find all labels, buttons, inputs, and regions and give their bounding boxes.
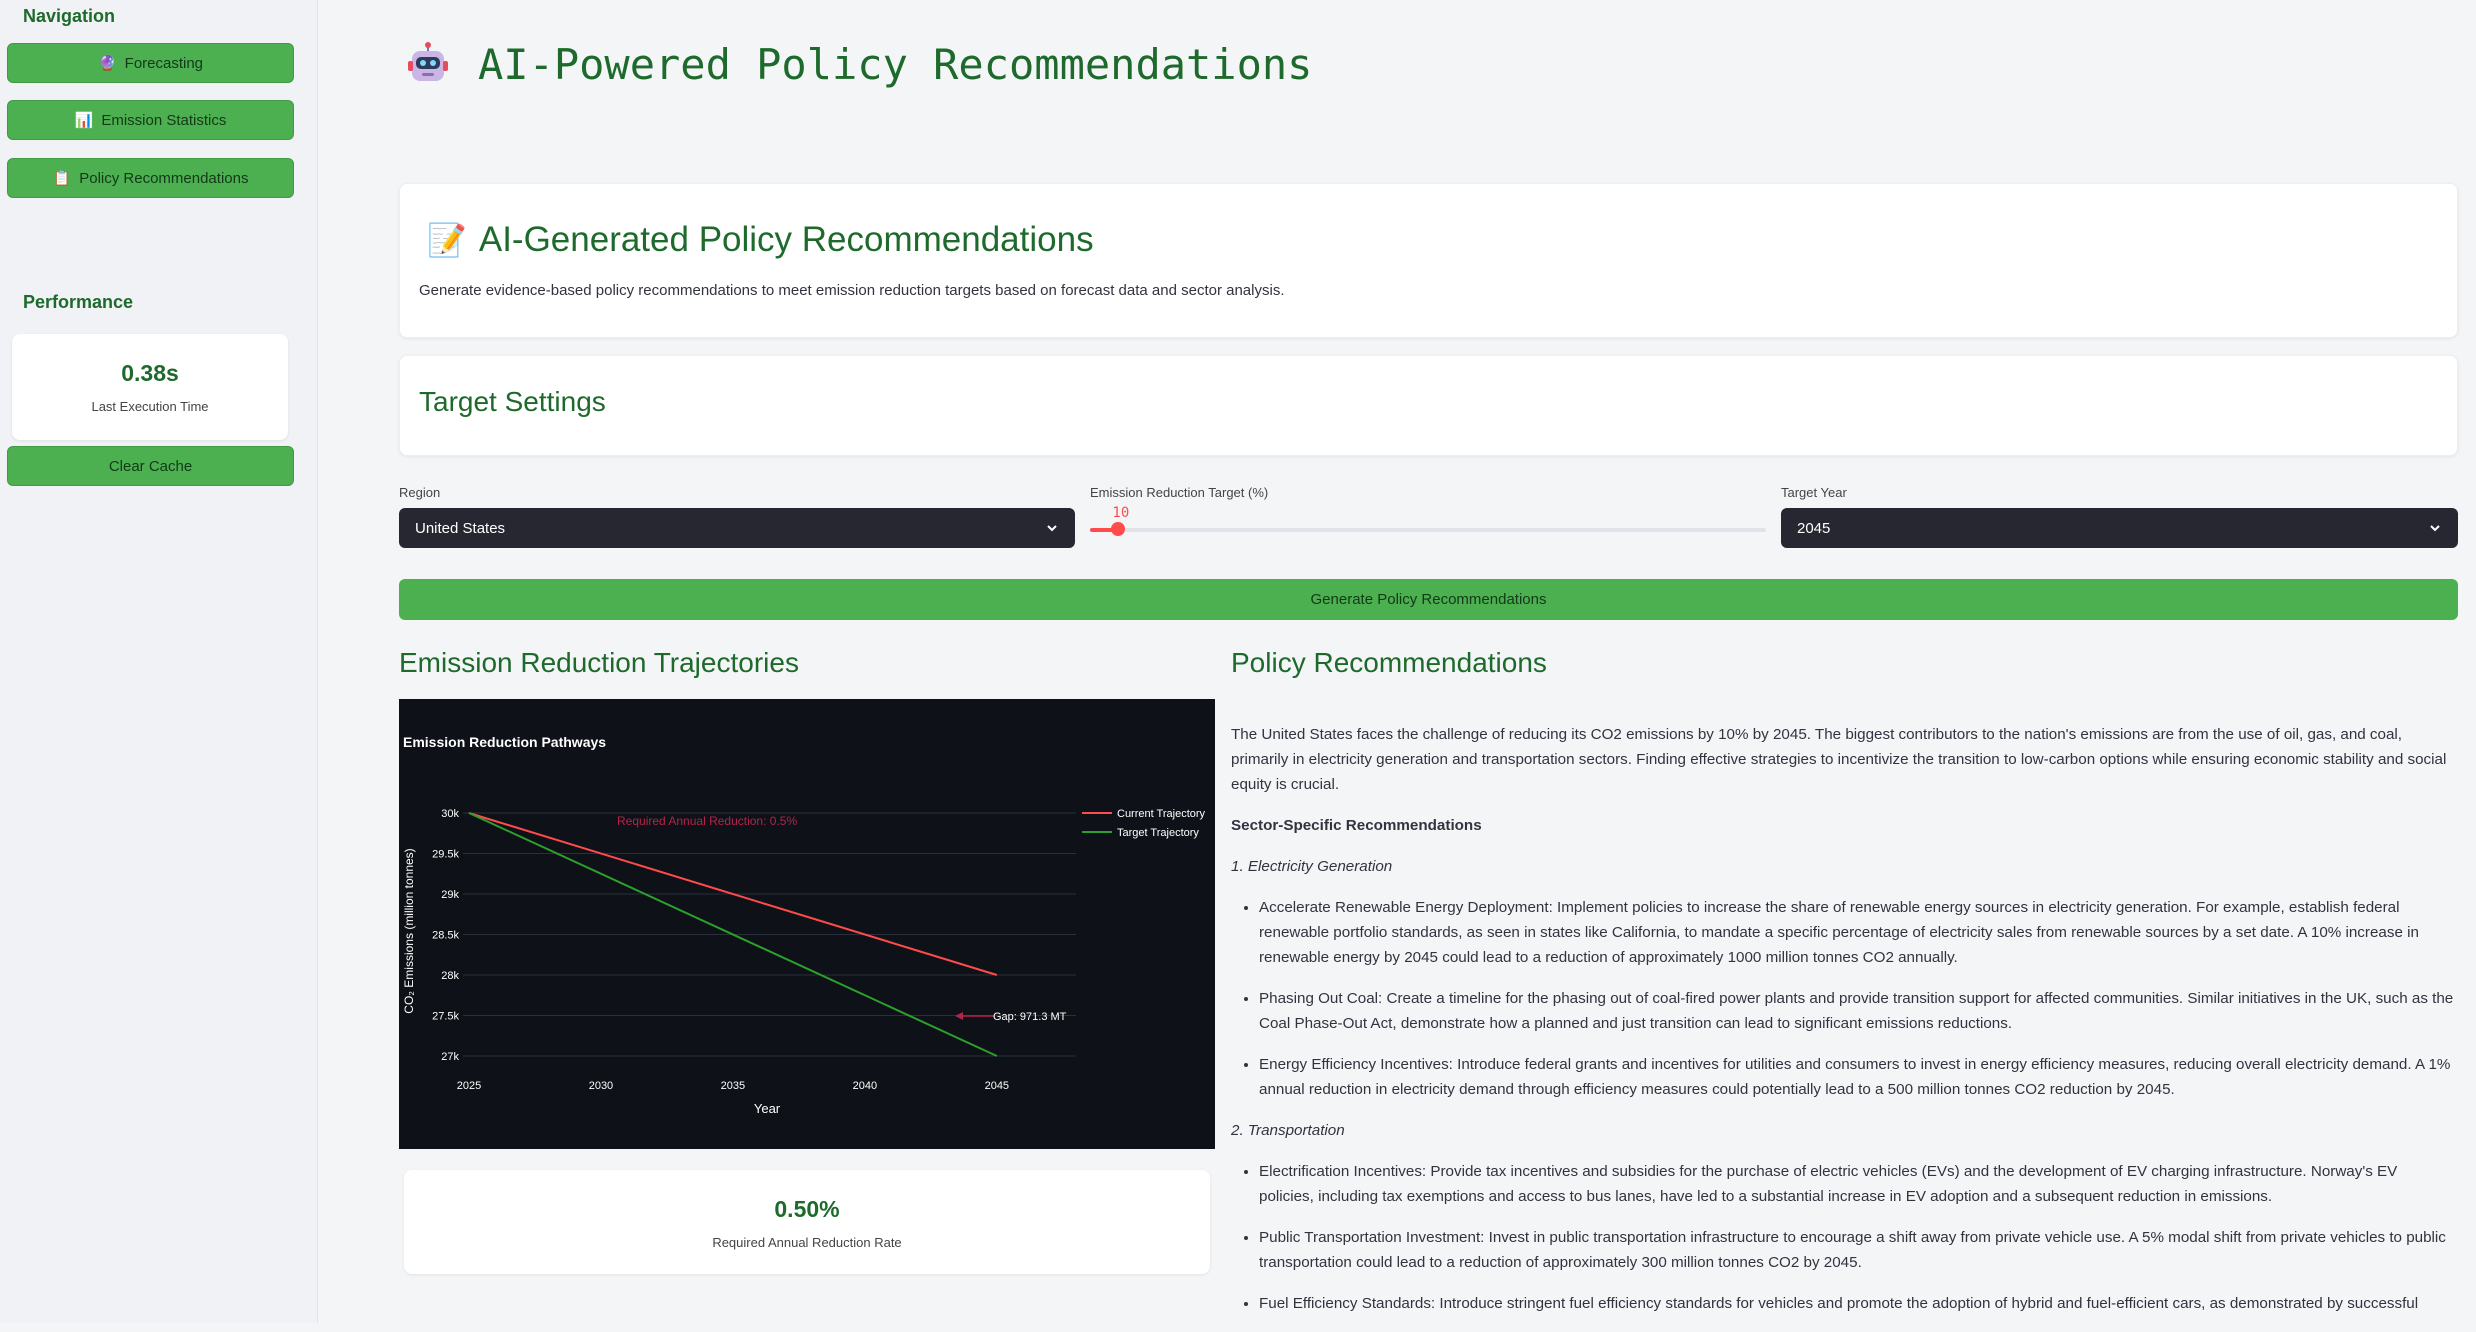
chart-x-tick: 2045	[985, 1080, 1009, 1092]
chart-y-tick: 28.5k	[432, 930, 459, 942]
target-year-label: Target Year	[1781, 485, 1847, 500]
intro-title-text: AI-Generated Policy Recommendations	[478, 220, 1094, 259]
chart-legend: Current Trajectory Target Trajectory	[1082, 808, 1206, 839]
memo-icon: 📝	[427, 222, 467, 258]
list-item: Fuel Efficiency Standards: Introduce str…	[1259, 1291, 2455, 1316]
list-item: Accelerate Renewable Energy Deployment: …	[1259, 895, 2455, 970]
chart-gap-label: Gap: 971.3 MT	[993, 1011, 1067, 1023]
annual-reduction-metric-card: 0.50% Required Annual Reduction Rate	[404, 1170, 1210, 1274]
navigation-heading: Navigation	[23, 6, 116, 26]
crystal-ball-icon: 🔮	[97, 55, 117, 72]
region-value: United States	[415, 519, 506, 537]
annual-reduction-label: Required Annual Reduction Rate	[712, 1235, 902, 1250]
intro-card: 📝 AI-Generated Policy Recommendations Ge…	[399, 183, 2458, 338]
nav-policy-recommendations-button[interactable]: 📋 Policy Recommendations	[7, 158, 294, 198]
annual-reduction-value: 0.50%	[774, 1196, 840, 1222]
reduction-slider-thumb[interactable]	[1111, 522, 1126, 536]
target-year-select[interactable]: 2045	[1781, 508, 2458, 548]
execution-time-value: 0.38s	[121, 360, 179, 386]
policy-heading: Policy Recommendations	[1231, 647, 1547, 678]
chart-y-tick: 29.5k	[432, 849, 459, 861]
policy-intro: The United States faces the challenge of…	[1231, 726, 2447, 793]
transportation-list: Electrification Incentives: Provide tax …	[1231, 1159, 2455, 1316]
emission-chart: Emission Reduction Pathways 27k 27.5k 28k 2…	[399, 699, 1215, 1149]
target-settings-title: Target Settings	[419, 386, 606, 417]
region-select[interactable]: United States	[399, 508, 1075, 548]
nav-item-label: Forecasting	[124, 54, 204, 72]
page-title-text: AI-Powered Policy Recommendations	[478, 40, 1313, 89]
page-title: AI-Powered Policy Recommendations	[404, 40, 1312, 89]
target-settings-card: Target Settings	[399, 355, 2458, 456]
bar-chart-icon: 📊	[74, 112, 94, 129]
sidebar: Navigation 🔮 Forecasting 📊 Emission Stat…	[0, 0, 318, 1323]
clipboard-icon: 📋	[52, 170, 72, 187]
intro-description: Generate evidence-based policy recommend…	[419, 282, 1285, 299]
region-label: Region	[399, 485, 441, 500]
list-item: Phasing Out Coal: Create a timeline for …	[1259, 986, 2455, 1036]
chart-y-tick: 29k	[441, 889, 459, 901]
generate-recommendations-button[interactable]: Generate Policy Recommendations	[399, 579, 2458, 620]
chart-annotation-required-reduction: Required Annual Reduction: 0.5%	[617, 814, 797, 828]
policy-content: The United States faces the challenge of…	[1231, 722, 2455, 1332]
intro-title: 📝 AI-Generated Policy Recommendations	[427, 220, 1094, 260]
trajectories-heading: Emission Reduction Trajectories	[399, 647, 799, 678]
chart-y-tick: 27.5k	[432, 1011, 459, 1023]
nav-emission-statistics-button[interactable]: 📊 Emission Statistics	[7, 100, 294, 140]
list-item: Public Transportation Investment: Invest…	[1259, 1225, 2455, 1275]
performance-metric-card: 0.38s Last Execution Time	[12, 334, 288, 440]
chevron-down-icon	[2430, 525, 2440, 532]
electricity-list: Accelerate Renewable Energy Deployment: …	[1231, 895, 2455, 1102]
reduction-target-label: Emission Reduction Target (%)	[1090, 485, 1269, 500]
chart-x-tick: 2040	[853, 1080, 877, 1092]
chart-x-axis-label: Year	[754, 1101, 781, 1116]
list-item: Energy Efficiency Incentives: Introduce …	[1259, 1052, 2455, 1102]
chart-x-tick: 2025	[457, 1080, 481, 1092]
chart-x-tick: 2035	[721, 1080, 745, 1092]
section-title-electricity: 1. Electricity Generation	[1231, 858, 1393, 875]
section-title-transportation: 2. Transportation	[1231, 1122, 1345, 1139]
list-item: Electrification Incentives: Provide tax …	[1259, 1159, 2455, 1209]
chart-title: Emission Reduction Pathways	[403, 734, 606, 750]
robot-icon	[408, 41, 448, 81]
clear-cache-button[interactable]: Clear Cache	[7, 446, 294, 486]
chart-y-tick: 27k	[441, 1051, 459, 1063]
chart-y-tick: 30k	[441, 808, 459, 820]
nav-item-label: Policy Recommendations	[79, 169, 249, 187]
chart-y-tick: 28k	[441, 970, 459, 982]
emission-chart-svg: Emission Reduction Pathways 27k 27.5k 28k 2…	[402, 734, 1206, 1116]
execution-time-label: Last Execution Time	[91, 399, 209, 414]
chart-gap-annotation: Gap: 971.3 MT	[955, 1011, 1067, 1023]
nav-item-label: Emission Statistics	[101, 111, 227, 129]
clear-cache-label: Clear Cache	[108, 457, 193, 475]
generate-button-label: Generate Policy Recommendations	[1310, 591, 1547, 608]
chart-y-axis-label: CO₂ Emissions (million tonnes)	[402, 848, 416, 1013]
reduction-slider-value: 10	[1112, 505, 1130, 521]
sector-heading: Sector-Specific Recommendations	[1231, 817, 1482, 834]
chevron-down-icon	[1047, 525, 1057, 532]
nav-forecasting-button[interactable]: 🔮 Forecasting	[7, 43, 294, 83]
chart-x-tick: 2030	[589, 1080, 613, 1092]
reduction-slider-track[interactable]	[1090, 528, 1766, 532]
chart-legend-label: Current Trajectory	[1117, 808, 1206, 820]
target-year-value: 2045	[1797, 519, 1831, 537]
chart-legend-label: Target Trajectory	[1117, 827, 1199, 839]
performance-heading: Performance	[23, 292, 134, 312]
